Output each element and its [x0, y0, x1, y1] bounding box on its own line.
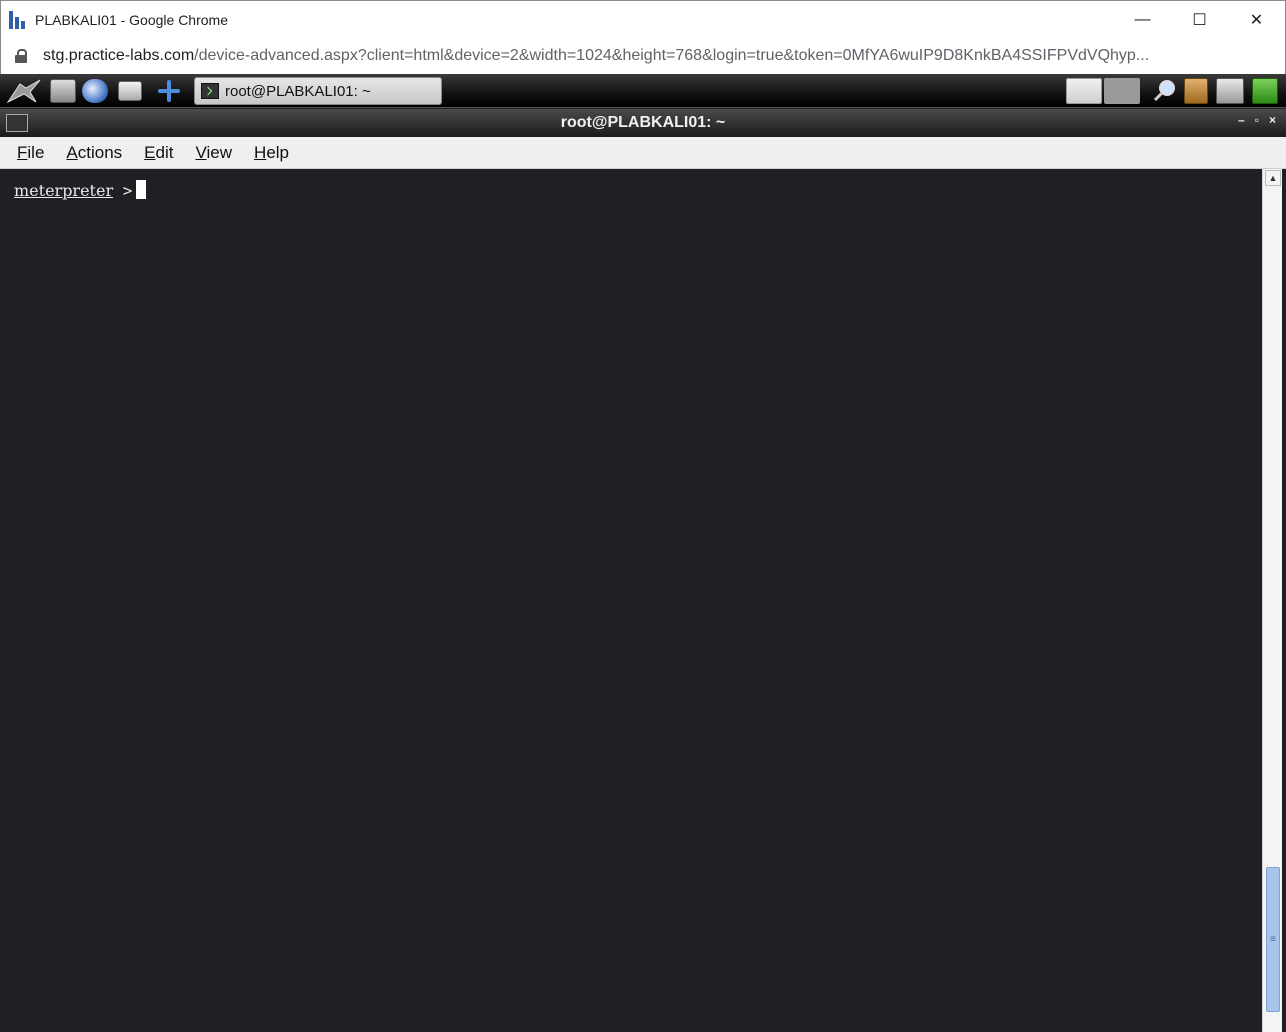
- remote-desktop[interactable]: root@PLABKALI01: ~ root@PLABKALI01: ~ – …: [0, 74, 1286, 1032]
- menu-edit[interactable]: Edit: [133, 139, 184, 167]
- url-text[interactable]: stg.practice-labs.com/device-advanced.as…: [43, 47, 1263, 65]
- menu-help[interactable]: Help: [243, 139, 300, 167]
- address-bar[interactable]: stg.practice-labs.com/device-advanced.as…: [0, 38, 1286, 74]
- show-desktop-icon[interactable]: [118, 81, 142, 101]
- workspace-switcher-2[interactable]: [1104, 78, 1140, 104]
- menu-actions[interactable]: Actions: [55, 139, 133, 167]
- terminal-minimize-button[interactable]: –: [1238, 113, 1245, 127]
- prompt-symbol: >: [122, 181, 133, 200]
- terminal-scrollbar[interactable]: ▲ ≡: [1262, 169, 1282, 1032]
- practice-labs-icon: [9, 10, 25, 29]
- logout-icon[interactable]: [1252, 78, 1278, 104]
- screensaver-icon[interactable]: [1216, 78, 1244, 104]
- window-edge: [1282, 169, 1286, 1032]
- meterpreter-prompt: meterpreter: [14, 181, 114, 200]
- scrollbar-thumb[interactable]: ≡: [1266, 867, 1280, 1012]
- maximize-button[interactable]: ☐: [1171, 1, 1228, 39]
- workspace-switcher-1[interactable]: [1066, 78, 1102, 104]
- browser-titlebar: PLABKALI01 - Google Chrome — ☐ ✕: [0, 0, 1286, 38]
- menu-file[interactable]: File: [6, 139, 55, 167]
- terminal-title: root@PLABKALI01: ~: [560, 114, 726, 131]
- terminal-icon: [201, 83, 219, 99]
- terminal-close-button[interactable]: ×: [1269, 113, 1276, 127]
- kali-dragon-icon[interactable]: [6, 78, 42, 104]
- terminal-titlebar[interactable]: root@PLABKALI01: ~ – ▫ ×: [0, 109, 1286, 137]
- menu-view[interactable]: View: [184, 139, 243, 167]
- lock-icon[interactable]: [15, 49, 27, 63]
- text-cursor: [136, 180, 147, 199]
- window-title: PLABKALI01 - Google Chrome: [35, 11, 228, 28]
- file-manager-icon[interactable]: [50, 79, 76, 103]
- terminal-window-icon[interactable]: [6, 114, 28, 132]
- kali-top-panel: root@PLABKALI01: ~: [0, 74, 1286, 108]
- close-button[interactable]: ✕: [1228, 1, 1285, 39]
- add-launcher-icon[interactable]: [156, 79, 182, 103]
- search-icon[interactable]: [1152, 78, 1178, 104]
- terminal-output[interactable]: meterpreter >: [0, 169, 1262, 1032]
- clipboard-icon[interactable]: [1184, 78, 1208, 104]
- minimize-button[interactable]: —: [1114, 1, 1171, 39]
- taskbar-item-terminal[interactable]: root@PLABKALI01: ~: [194, 77, 442, 105]
- browser-globe-icon[interactable]: [82, 79, 108, 103]
- terminal-maximize-button[interactable]: ▫: [1255, 113, 1259, 127]
- scroll-up-arrow-icon[interactable]: ▲: [1265, 170, 1281, 186]
- terminal-menubar: File Actions Edit View Help: [0, 137, 1286, 169]
